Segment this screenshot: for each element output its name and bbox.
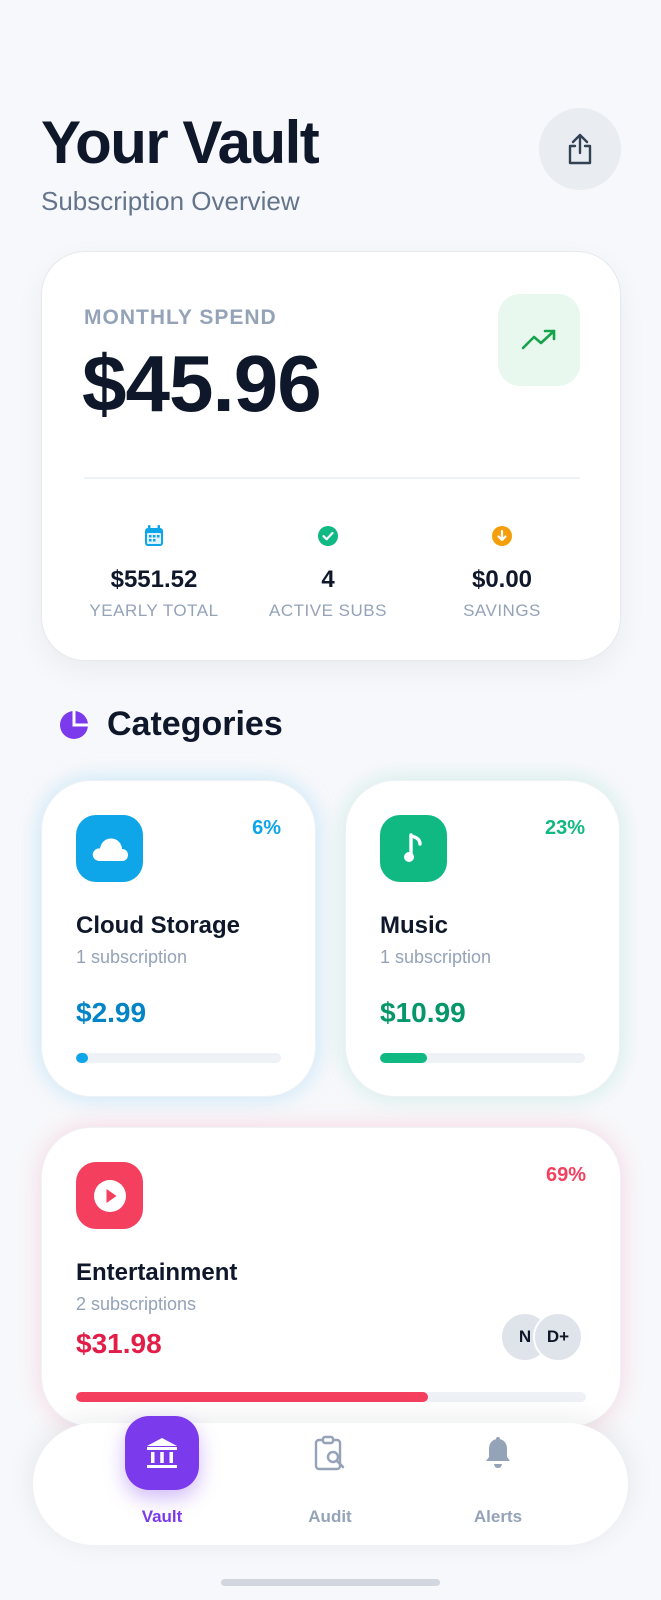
nav-label: Vault xyxy=(141,1507,183,1526)
cloud-icon xyxy=(92,837,128,861)
category-progress-fill xyxy=(380,1053,428,1063)
category-progress-track xyxy=(76,1392,586,1402)
categories-title: Categories xyxy=(107,705,283,743)
monthly-spend-label: MONTHLY SPEND xyxy=(84,306,277,329)
category-price: $2.99 xyxy=(76,997,147,1028)
monthly-spend-card: MONTHLY SPEND $45.96 $551.52 YEARLY TOTA… xyxy=(41,251,621,661)
bell-icon xyxy=(486,1437,510,1468)
calendar-icon xyxy=(145,525,163,546)
stat-value: $0.00 xyxy=(471,566,533,593)
category-icon-box xyxy=(76,1162,143,1229)
categories-header: Categories xyxy=(59,705,283,744)
arrow-down-circle-icon xyxy=(492,526,512,546)
category-price: $31.98 xyxy=(76,1328,162,1359)
play-icon xyxy=(93,1179,126,1212)
header: Your Vault Subscription Overview xyxy=(41,108,621,218)
check-circle-icon xyxy=(318,526,338,546)
nav-item-audit[interactable]: Audit xyxy=(270,1423,390,1545)
stat-value: $551.52 xyxy=(110,566,198,593)
stat-label: ACTIVE SUBS xyxy=(269,601,387,620)
category-price: $10.99 xyxy=(380,997,466,1028)
stat-yearly-total: $551.52 YEARLY TOTAL xyxy=(64,525,244,621)
category-name: Cloud Storage xyxy=(76,912,241,939)
page-title: Your Vault xyxy=(41,109,320,176)
page-subtitle: Subscription Overview xyxy=(41,186,300,216)
category-count: 1 subscription xyxy=(380,947,492,967)
category-name: Music xyxy=(380,912,449,939)
category-count: 1 subscription xyxy=(76,947,188,967)
category-percent: 6% xyxy=(252,817,281,839)
stat-savings: $0.00 SAVINGS xyxy=(412,525,592,621)
nav-item-vault[interactable]: Vault xyxy=(102,1416,222,1545)
category-progress-fill xyxy=(76,1053,89,1063)
category-percent: 23% xyxy=(544,817,585,839)
music-note-icon xyxy=(403,832,422,862)
avatar-initials: N xyxy=(518,1327,532,1346)
stat-label: YEARLY TOTAL xyxy=(89,601,219,620)
category-progress-track xyxy=(380,1053,585,1063)
clipboard-search-icon xyxy=(314,1435,345,1471)
share-button[interactable] xyxy=(539,108,621,190)
stat-label: SAVINGS xyxy=(463,601,541,620)
category-percent: 69% xyxy=(545,1164,586,1186)
category-count: 2 subscriptions xyxy=(76,1294,197,1314)
category-card-music[interactable]: 23% Music 1 subscription $10.99 xyxy=(345,780,620,1097)
home-indicator xyxy=(221,1579,440,1586)
category-progress-fill xyxy=(76,1392,428,1402)
category-card-cloud-storage[interactable]: 6% Cloud Storage 1 subscription $2.99 xyxy=(41,780,316,1097)
nav-label: Audit xyxy=(308,1507,352,1526)
nav-label: Alerts xyxy=(473,1507,523,1526)
category-name: Entertainment xyxy=(76,1259,238,1286)
nav-icon-box xyxy=(125,1416,199,1490)
nav-icon-box xyxy=(293,1416,367,1490)
avatar: D+ xyxy=(533,1312,583,1362)
category-icon-box xyxy=(76,815,143,882)
stat-active-subs: 4 ACTIVE SUBS xyxy=(238,525,418,621)
category-icon-box xyxy=(380,815,447,882)
monthly-spend-amount: $45.96 xyxy=(82,339,322,428)
pie-chart-icon xyxy=(60,710,88,739)
stat-value: 4 xyxy=(321,566,335,593)
share-icon xyxy=(568,133,592,165)
divider xyxy=(84,477,580,479)
trending-up-icon xyxy=(521,329,556,350)
avatar-initials: D+ xyxy=(546,1327,570,1346)
trend-badge xyxy=(498,294,580,386)
category-progress-track xyxy=(76,1053,281,1063)
nav-item-alerts[interactable]: Alerts xyxy=(438,1423,558,1545)
bank-icon xyxy=(147,1438,177,1468)
category-card-entertainment[interactable]: 69% Entertainment 2 subscriptions $31.98… xyxy=(41,1127,621,1427)
bottom-nav: Vault Audit Alerts xyxy=(33,1416,628,1545)
nav-icon-box xyxy=(461,1416,535,1490)
